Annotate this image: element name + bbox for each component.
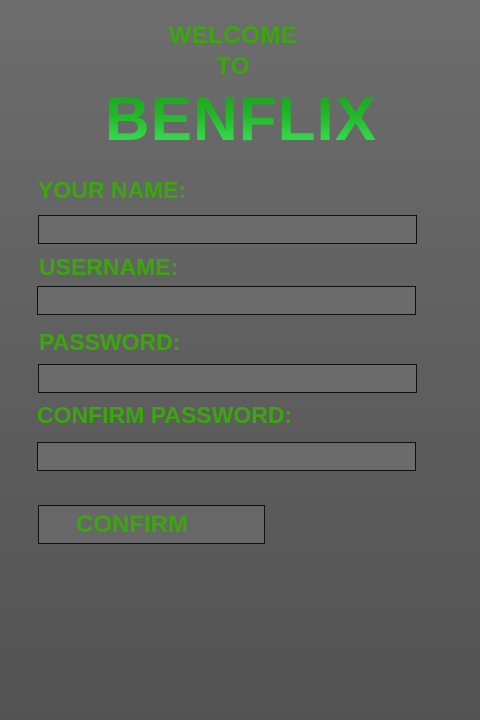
confirm-password-label: CONFIRM PASSWORD: (37, 402, 293, 428)
brand-logo: BENFLIX (0, 84, 480, 156)
confirm-button-label: CONFIRM (76, 511, 188, 538)
your-name-input[interactable] (38, 215, 417, 244)
confirm-password-input[interactable] (37, 442, 416, 471)
your-name-label: YOUR NAME: (38, 177, 187, 203)
password-input[interactable] (38, 364, 417, 393)
password-label: PASSWORD: (39, 329, 181, 355)
welcome-to-text: TO (216, 53, 250, 80)
welcome-text: WELCOME (168, 22, 298, 49)
username-input[interactable] (37, 286, 416, 315)
username-label: USERNAME: (39, 254, 179, 280)
confirm-button[interactable]: CONFIRM (38, 505, 265, 544)
